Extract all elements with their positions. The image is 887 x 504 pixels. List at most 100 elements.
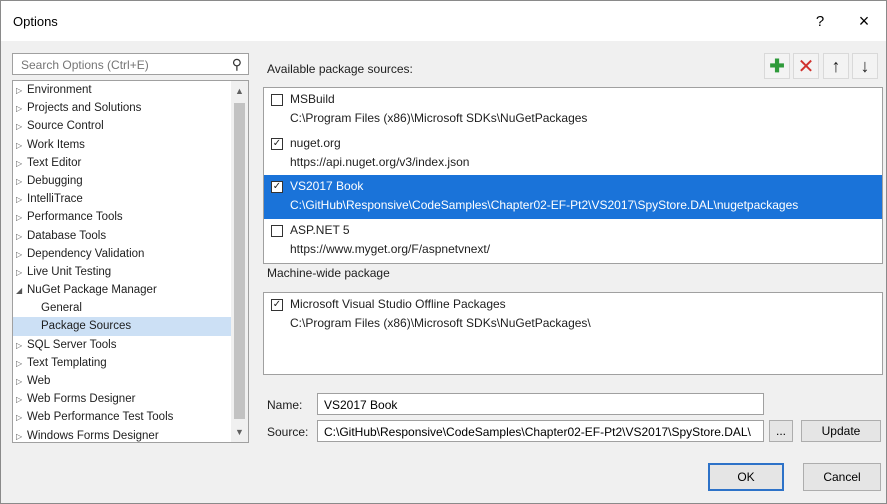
tree-item-label: Web	[27, 375, 51, 387]
options-dialog: Options ? × ⚲ ▷Environment▷Projects and …	[0, 0, 887, 504]
source-url: https://api.nuget.org/v3/index.json	[290, 154, 470, 169]
search-icon[interactable]: ⚲	[232, 56, 242, 73]
collapsed-arrow-icon[interactable]: ▷	[16, 137, 27, 155]
remove-source-button[interactable]: ✕	[793, 53, 819, 79]
name-field[interactable]	[317, 393, 764, 415]
source-field[interactable]	[317, 420, 764, 442]
source-name: nuget.org	[290, 135, 341, 150]
move-up-button[interactable]: ↑	[823, 53, 849, 79]
ok-button[interactable]: OK	[708, 463, 784, 491]
tree-item-label: Projects and Solutions	[27, 102, 142, 115]
tree-item-label: Environment	[27, 84, 92, 96]
arrow-up-icon: ↑	[831, 55, 841, 76]
tree-item[interactable]: ▷ Projects and Solutions	[13, 99, 226, 117]
source-checkbox[interactable]: ✓	[271, 299, 283, 311]
browse-button[interactable]: ...	[769, 420, 793, 442]
scroll-thumb[interactable]	[234, 103, 245, 419]
collapsed-arrow-icon[interactable]: ▷	[16, 355, 27, 373]
tree-item[interactable]: ▷ Web Performance Test Tools	[13, 408, 226, 426]
tree-item-label: Source Control	[27, 120, 104, 133]
tree-item[interactable]: ▷ Performance Tools	[13, 208, 226, 226]
tree-item[interactable]: ▷ SQL Server Tools	[13, 336, 226, 354]
collapsed-arrow-icon[interactable]: ▷	[16, 264, 27, 282]
scroll-down-arrow-icon[interactable]: ▼	[231, 424, 248, 440]
package-source-item[interactable]: MSBuild C:\Program Files (x86)\Microsoft …	[264, 88, 882, 132]
package-source-item[interactable]: ✓ nuget.org https://api.nuget.org/v3/index…	[264, 132, 882, 176]
plus-icon: ✚	[769, 55, 785, 76]
collapsed-arrow-icon[interactable]: ▷	[16, 118, 27, 136]
tree-item[interactable]: ◢ NuGet Package Manager	[13, 281, 226, 299]
tree-item[interactable]: ▷ Environment	[13, 81, 226, 99]
x-icon: ✕	[797, 55, 815, 78]
title-bar: Options ? ×	[1, 1, 886, 41]
collapsed-arrow-icon[interactable]: ▷	[16, 337, 27, 355]
tree-item-label: Text Editor	[27, 156, 82, 169]
help-button[interactable]: ?	[807, 9, 833, 33]
tree-item[interactable]: ▷ Live Unit Testing	[13, 263, 226, 281]
search-box[interactable]: ⚲	[12, 53, 249, 75]
tree-item[interactable]: ▷ Web	[13, 372, 226, 390]
tree-item-label: General	[41, 302, 82, 315]
tree-item[interactable]: ▷ Work Items	[13, 136, 226, 154]
package-source-item[interactable]: ✓ VS2017 Book C:\GitHub\Responsive\CodeSam…	[264, 175, 882, 219]
collapsed-arrow-icon[interactable]: ▷	[16, 409, 27, 427]
tree-item-label: Windows Forms Designer	[27, 429, 159, 442]
tree-item[interactable]: ▷ Text Templating	[13, 354, 226, 372]
update-button[interactable]: Update	[801, 420, 881, 442]
collapsed-arrow-icon[interactable]: ▷	[16, 228, 27, 246]
collapsed-arrow-icon[interactable]: ▷	[16, 100, 27, 118]
source-name: ASP.NET 5	[290, 222, 350, 237]
tree-item-label: Live Unit Testing	[27, 265, 112, 278]
collapsed-arrow-icon[interactable]: ▷	[16, 428, 27, 442]
source-checkbox[interactable]	[271, 94, 283, 106]
source-url: C:\Program Files (x86)\Microsoft SDKs\Nu…	[290, 111, 588, 125]
tree-item[interactable]: ▷ Database Tools	[13, 227, 226, 245]
source-checkbox[interactable]: ✓	[271, 181, 283, 193]
tree-item[interactable]: ▷ Source Control	[13, 117, 226, 135]
tree-item-label: IntelliTrace	[27, 193, 83, 206]
tree-item-label: Package Sources	[41, 320, 132, 333]
collapsed-arrow-icon[interactable]: ▷	[16, 373, 27, 391]
tree-item-label: Database Tools	[27, 229, 107, 242]
source-name: MSBuild	[290, 92, 335, 106]
collapsed-arrow-icon[interactable]: ▷	[16, 155, 27, 173]
collapsed-arrow-icon[interactable]: ▷	[16, 209, 27, 227]
available-sources-label: Available package sources:	[267, 62, 413, 76]
tree-item[interactable]: ▷ Text Editor	[13, 154, 226, 172]
tree-scrollbar[interactable]: ▲ ▼	[231, 81, 248, 442]
source-checkbox[interactable]	[271, 224, 283, 237]
collapsed-arrow-icon[interactable]: ▷	[16, 246, 27, 264]
tree-item[interactable]: General	[13, 299, 248, 317]
source-input[interactable]	[322, 422, 754, 442]
collapsed-arrow-icon[interactable]: ▷	[16, 173, 27, 191]
search-input[interactable]	[19, 55, 223, 75]
name-input[interactable]	[322, 395, 754, 415]
source-url: C:\GitHub\Responsive\CodeSamples\Chapter…	[290, 198, 799, 212]
source-label: Source:	[267, 425, 309, 439]
expanded-arrow-icon[interactable]: ◢	[16, 282, 27, 300]
source-checkbox[interactable]: ✓	[271, 137, 283, 150]
tree-item-label: Debugging	[27, 174, 83, 187]
tree-item[interactable]: ▷ Windows Forms Designer	[13, 427, 226, 442]
move-down-button[interactable]: ↓	[852, 53, 878, 79]
close-button[interactable]: ×	[851, 9, 877, 33]
tree-item[interactable]: ▷ IntelliTrace	[13, 190, 226, 208]
tree-item-label: Work Items	[27, 138, 85, 151]
tree-item[interactable]: Package Sources	[13, 317, 248, 336]
tree-item-label: SQL Server Tools	[27, 338, 117, 351]
collapsed-arrow-icon[interactable]: ▷	[16, 82, 27, 100]
collapsed-arrow-icon[interactable]: ▷	[16, 191, 27, 209]
source-url: https://www.myget.org/F/aspnetvnext/	[290, 241, 491, 256]
package-source-item[interactable]: ASP.NET 5 https://www.myget.org/F/aspnetv…	[264, 219, 882, 263]
machine-wide-label: Machine-wide package	[267, 266, 390, 280]
scroll-up-arrow-icon[interactable]: ▲	[231, 83, 248, 99]
tree-item[interactable]: ▷ Web Forms Designer	[13, 390, 226, 408]
add-source-button[interactable]: ✚	[764, 53, 790, 79]
cancel-button[interactable]: Cancel	[803, 463, 881, 491]
package-source-item[interactable]: ✓ Microsoft Visual Studio Offline Package…	[264, 293, 882, 337]
source-name: VS2017 Book	[290, 179, 364, 193]
name-label: Name:	[267, 398, 303, 412]
tree-item[interactable]: ▷ Dependency Validation	[13, 245, 226, 263]
tree-item[interactable]: ▷ Debugging	[13, 172, 226, 190]
collapsed-arrow-icon[interactable]: ▷	[16, 391, 27, 409]
